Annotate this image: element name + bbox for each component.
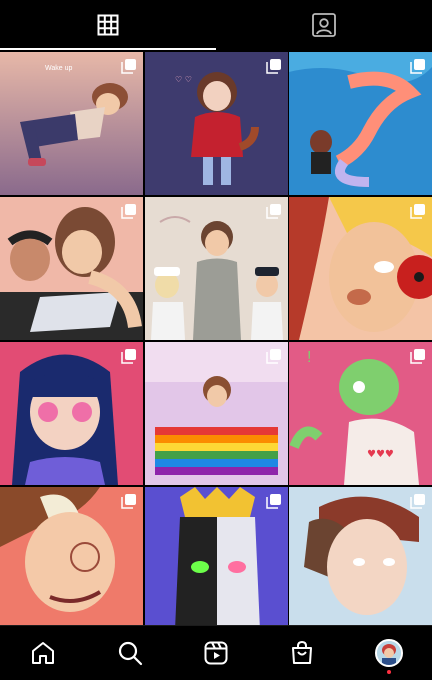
multiple-posts-icon (410, 59, 425, 74)
post-thumbnail[interactable] (145, 342, 288, 485)
nav-profile-button[interactable] (367, 631, 411, 675)
multiple-posts-icon (266, 349, 281, 364)
nav-reels-button[interactable] (194, 631, 238, 675)
svg-text:♡ ♡: ♡ ♡ (175, 75, 192, 84)
posts-grid: Wake up ♡ ♡ ♥♥♥ ! (0, 50, 432, 625)
multiple-posts-icon (121, 59, 136, 74)
grid-icon (97, 14, 119, 36)
tab-grid[interactable] (0, 0, 216, 50)
svg-text:!: ! (307, 349, 311, 366)
post-thumbnail[interactable]: ♥♥♥ ! (289, 342, 432, 485)
multiple-posts-icon (121, 349, 136, 364)
profile-avatar (374, 639, 403, 667)
multiple-posts-icon (266, 59, 281, 74)
svg-text:♥♥♥: ♥♥♥ (367, 449, 394, 460)
post-thumbnail[interactable] (289, 52, 432, 195)
post-thumbnail[interactable] (289, 197, 432, 340)
multiple-posts-icon (121, 204, 136, 219)
multiple-posts-icon (266, 494, 281, 509)
tab-tagged[interactable] (216, 0, 432, 50)
post-thumbnail[interactable]: ♡ ♡ (145, 52, 288, 195)
post-watermark: Wake up (45, 65, 72, 72)
nav-home-button[interactable] (21, 631, 65, 675)
multiple-posts-icon (266, 204, 281, 219)
profile-screen: Wake up ♡ ♡ ♥♥♥ ! (0, 0, 432, 680)
post-thumbnail[interactable] (0, 197, 143, 340)
post-thumbnail[interactable] (145, 487, 288, 625)
multiple-posts-icon (410, 204, 425, 219)
multiple-posts-icon (410, 349, 425, 364)
multiple-posts-icon (121, 494, 136, 509)
profile-tab-bar (0, 0, 432, 50)
bottom-navigation (0, 625, 432, 680)
post-thumbnail[interactable] (289, 487, 432, 625)
post-thumbnail[interactable] (0, 342, 143, 485)
post-thumbnail[interactable] (145, 197, 288, 340)
nav-shop-button[interactable] (280, 631, 324, 675)
post-thumbnail[interactable] (0, 487, 143, 625)
search-icon (118, 641, 142, 666)
multiple-posts-icon (410, 494, 425, 509)
reels-icon (204, 641, 228, 665)
nav-search-button[interactable] (108, 631, 152, 675)
shop-bag-icon (292, 640, 313, 664)
home-icon (32, 642, 55, 664)
notification-dot (386, 670, 391, 674)
post-thumbnail[interactable]: Wake up (0, 52, 143, 195)
tagged-person-icon (312, 13, 336, 37)
